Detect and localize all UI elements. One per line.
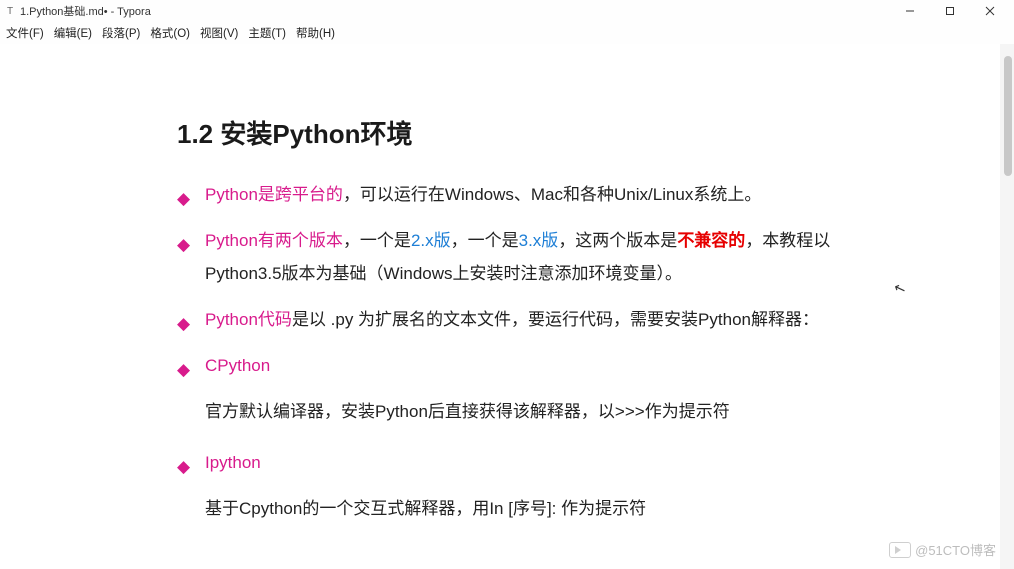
bullet-list: ◆ Python是跨平台的，可以运行在Windows、Mac和各种Unix/Li… [177, 179, 837, 525]
version-2x: 2.x版 [411, 231, 451, 250]
vertical-scrollbar[interactable] [1000, 44, 1014, 569]
list-item: ◆ Python代码是以 .py 为扩展名的文本文件，要运行代码，需要安装Pyt… [177, 304, 837, 336]
editor-viewport[interactable]: 1.2 安装Python环境 ◆ Python是跨平台的，可以运行在Window… [0, 44, 1014, 569]
item-lead: Python有两个版本 [205, 231, 343, 250]
menu-bar: 文件(F) 编辑(E) 段落(P) 格式(O) 视图(V) 主题(T) 帮助(H… [0, 22, 1014, 44]
section-heading: 1.2 安装Python环境 [177, 114, 837, 151]
list-item: ◆ Python是跨平台的，可以运行在Windows、Mac和各种Unix/Li… [177, 179, 837, 211]
item-lead: CPython [205, 356, 270, 375]
window-controls [890, 0, 1010, 22]
menu-file[interactable]: 文件(F) [6, 25, 44, 41]
maximize-button[interactable] [930, 0, 970, 22]
menu-help[interactable]: 帮助(H) [296, 25, 335, 41]
menu-paragraph[interactable]: 段落(P) [102, 25, 140, 41]
sub-description: 基于Cpython的一个交互式解释器，用In [序号]: 作为提示符 [177, 493, 837, 525]
watermark-text: @51CTO博客 [915, 540, 996, 559]
app-icon: T [4, 5, 16, 17]
item-rest: ，可以运行在Windows、Mac和各种Unix/Linux系统上。 [343, 185, 761, 204]
diamond-icon: ◆ [177, 451, 190, 483]
menu-edit[interactable]: 编辑(E) [54, 25, 92, 41]
item-lead: Python是跨平台的 [205, 185, 343, 204]
menu-theme[interactable]: 主题(T) [248, 25, 286, 41]
menu-format[interactable]: 格式(O) [150, 25, 190, 41]
list-item: ◆ Ipython [177, 447, 837, 479]
close-button[interactable] [970, 0, 1010, 22]
text-segment: ，这两个版本是 [558, 231, 677, 250]
text-segment: ，一个是 [451, 231, 519, 250]
scrollbar-thumb[interactable] [1004, 56, 1012, 176]
diamond-icon: ◆ [177, 183, 190, 215]
item-lead: Ipython [205, 453, 261, 472]
list-item: ◆ Python有两个版本，一个是2.x版，一个是3.x版，这两个版本是不兼容的… [177, 225, 837, 290]
diamond-icon: ◆ [177, 354, 190, 386]
sub-description: 官方默认编译器，安装Python后直接获得该解释器，以>>>作为提示符 [177, 396, 837, 428]
incompatible-label: 不兼容的 [677, 231, 745, 250]
diamond-icon: ◆ [177, 229, 190, 261]
window-titlebar: T 1.Python基础.md• - Typora [0, 0, 1014, 22]
item-rest: 是以 .py 为扩展名的文本文件，要运行代码，需要安装Python解释器： [292, 310, 819, 329]
diamond-icon: ◆ [177, 308, 190, 340]
version-3x: 3.x版 [519, 231, 559, 250]
menu-view[interactable]: 视图(V) [200, 25, 238, 41]
list-item: ◆ CPython [177, 350, 837, 382]
window-title: 1.Python基础.md• - Typora [20, 3, 151, 19]
watermark: @51CTO博客 [889, 540, 996, 559]
document-body[interactable]: 1.2 安装Python环境 ◆ Python是跨平台的，可以运行在Window… [77, 44, 937, 569]
item-lead: Python代码 [205, 310, 292, 329]
video-icon [889, 542, 911, 558]
text-segment: ，一个是 [343, 231, 411, 250]
minimize-button[interactable] [890, 0, 930, 22]
